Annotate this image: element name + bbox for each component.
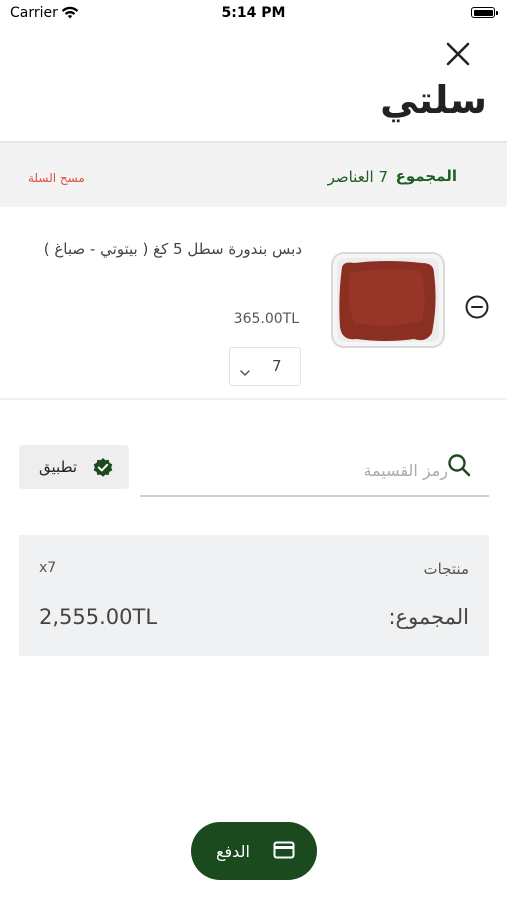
status-bar: Carrier 5:14 PM — [0, 0, 507, 30]
status-time: 5:14 PM — [221, 5, 286, 21]
checkout-button[interactable] — [191, 822, 317, 880]
product-name: دبس بندورة سطل 5 كغ ( بيتوتي - صباغ ) — [43, 240, 302, 258]
credit-card-icon — [273, 841, 295, 863]
quantity-value: 7 — [272, 357, 282, 375]
verified-badge-icon — [92, 457, 114, 483]
product-image — [330, 251, 446, 349]
page-title: سلتي — [380, 78, 487, 122]
product-price: 365.00TL — [233, 311, 299, 327]
close-icon — [446, 42, 470, 66]
battery-icon — [471, 7, 498, 18]
close-button[interactable] — [440, 37, 476, 73]
coupon-code-input[interactable] — [140, 445, 448, 495]
order-totals-card — [19, 535, 489, 656]
item-divider — [0, 398, 507, 400]
chevron-down-icon — [240, 362, 250, 381]
remove-item-button[interactable] — [465, 295, 489, 319]
search-icon — [446, 452, 472, 482]
coupon-input-underline — [140, 495, 489, 497]
apply-coupon-label: تطبيق — [39, 458, 78, 476]
products-label: منتجات — [423, 560, 469, 578]
order-total-label: المجموع: — [388, 605, 469, 629]
checkout-label: الدفع — [216, 842, 250, 861]
minus-circle-icon — [465, 295, 489, 319]
products-count: x7 — [39, 560, 57, 576]
clear-cart-button[interactable]: مسح السلة — [28, 171, 85, 185]
summary-total-label: المجموع — [395, 167, 457, 185]
summary-items-count: 7 العناصر — [327, 168, 388, 186]
order-total-value: 2,555.00TL — [39, 605, 158, 629]
